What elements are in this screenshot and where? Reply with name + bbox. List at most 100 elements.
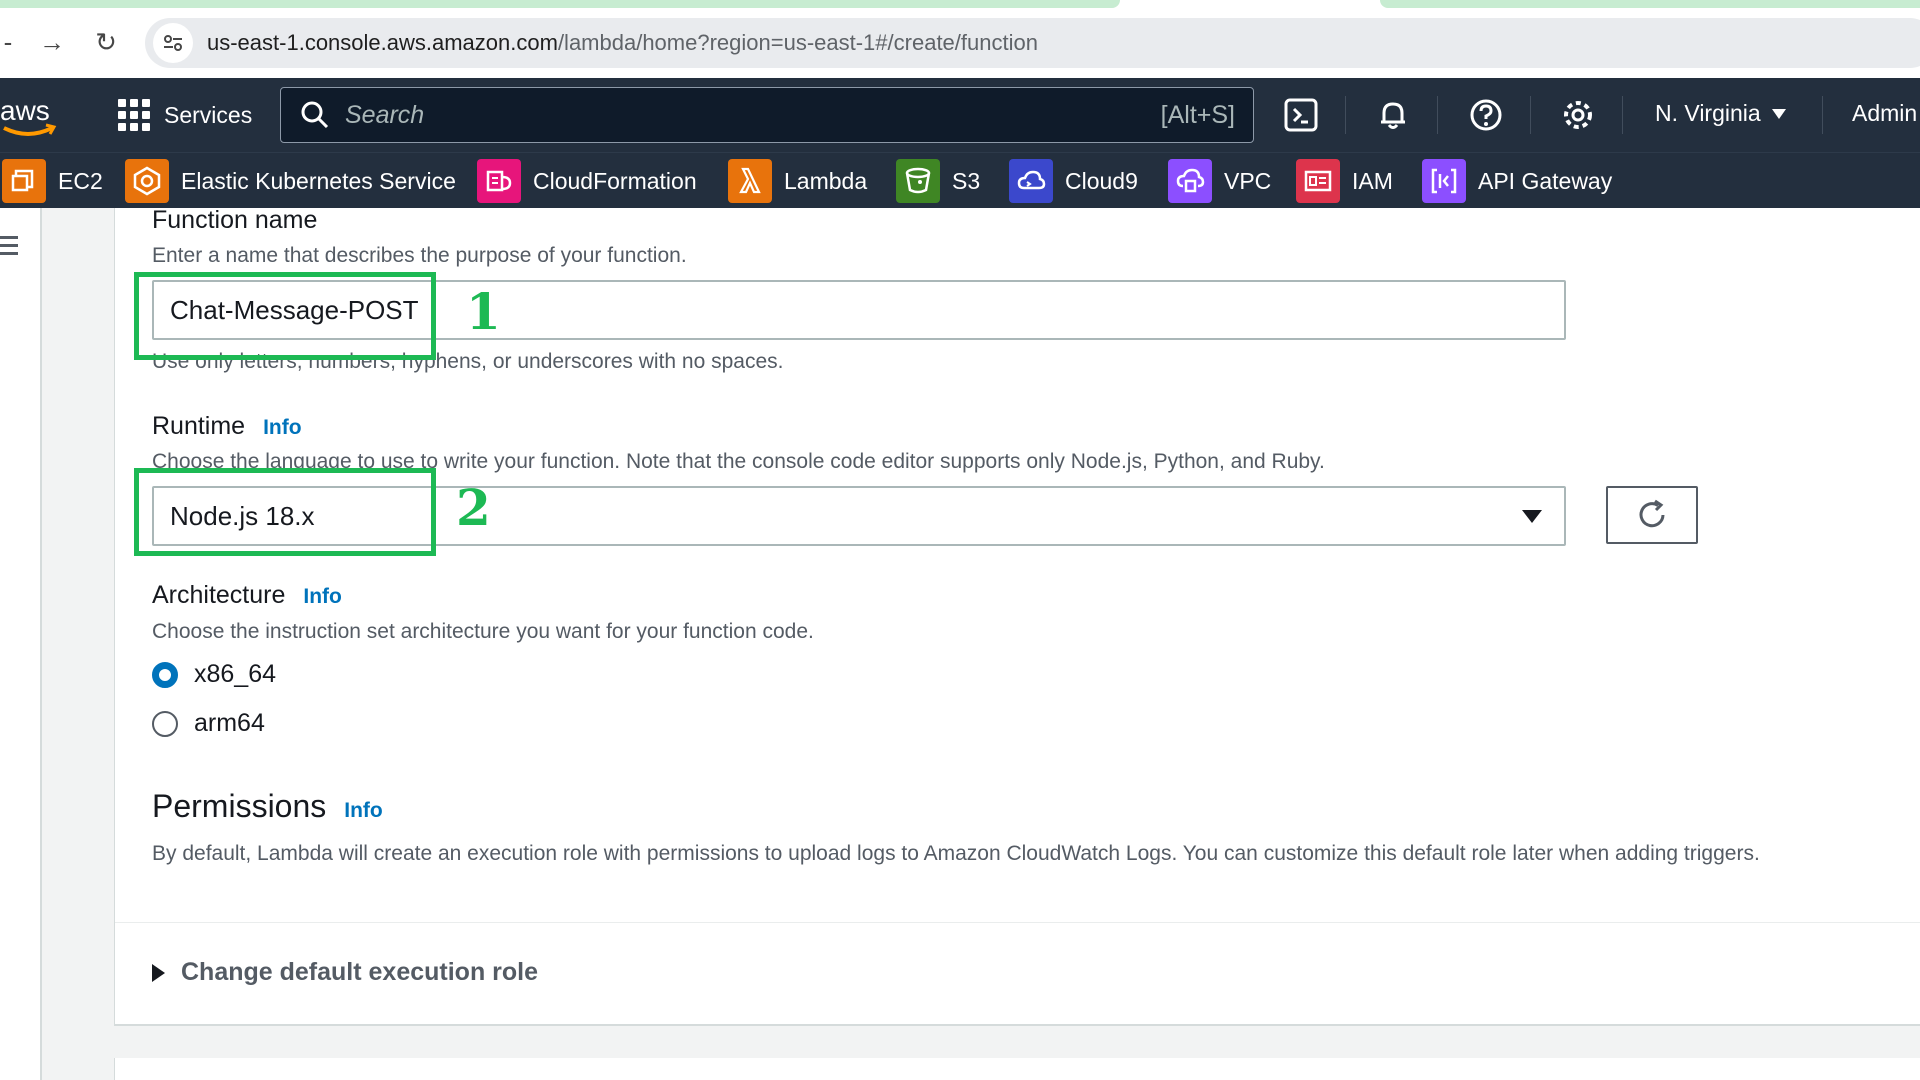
section-divider xyxy=(115,922,1920,923)
s3-icon xyxy=(896,159,940,203)
favorite-api-gateway[interactable]: API Gateway xyxy=(1422,159,1612,203)
search-shortcut-hint: [Alt+S] xyxy=(1160,100,1235,129)
site-settings-icon xyxy=(164,35,182,51)
caret-down-icon xyxy=(1522,509,1542,523)
region-label: N. Virginia xyxy=(1655,100,1761,126)
favorite-lambda[interactable]: Lambda xyxy=(728,159,867,203)
change-execution-role-expander[interactable]: Change default execution role xyxy=(152,958,538,987)
favorite-label: IAM xyxy=(1352,167,1393,194)
favorite-label: Cloud9 xyxy=(1065,167,1138,194)
favorite-label: S3 xyxy=(952,167,981,194)
gear-icon xyxy=(1564,101,1592,129)
site-info-button[interactable] xyxy=(153,23,193,63)
forward-arrow-icon: → xyxy=(39,26,65,57)
back-arrow-icon: - xyxy=(3,26,13,57)
favorite-s3[interactable]: S3 xyxy=(896,159,980,203)
nav-divider xyxy=(1530,96,1531,134)
function-name-description: Enter a name that describes the purpose … xyxy=(152,244,687,267)
runtime-label: Runtime xyxy=(152,412,246,440)
help-button[interactable] xyxy=(1467,96,1505,134)
favorite-iam[interactable]: IAM xyxy=(1296,159,1393,203)
cloudshell-button[interactable] xyxy=(1282,96,1320,134)
services-label: Services xyxy=(164,101,253,128)
highlight-box-function-name xyxy=(134,272,436,360)
runtime-heading: Runtime Info xyxy=(152,412,302,441)
architecture-description: Choose the instruction set architecture … xyxy=(152,620,814,643)
url-path: /lambda/home?region=us-east-1#/create/fu… xyxy=(557,30,1038,55)
refresh-icon xyxy=(1639,499,1665,528)
address-bar[interactable]: us-east-1.console.aws.amazon.com/lambda/… xyxy=(145,18,1920,68)
permissions-description: By default, Lambda will create an execut… xyxy=(152,842,1760,865)
reload-icon: ↻ xyxy=(95,26,117,57)
browser-tabstrip xyxy=(0,0,1920,8)
notifications-button[interactable] xyxy=(1374,96,1412,134)
back-button[interactable]: - xyxy=(0,24,26,60)
settings-button[interactable] xyxy=(1559,96,1597,134)
favorite-label: Elastic Kubernetes Service xyxy=(181,167,456,194)
grid-icon xyxy=(118,99,150,131)
favorites-bar: EC2 Elastic Kubernetes Service CloudForm… xyxy=(0,152,1920,208)
permissions-info-link[interactable]: Info xyxy=(344,799,382,823)
forward-button[interactable]: → xyxy=(34,24,70,60)
account-label: Admin xyxy=(1852,100,1918,126)
favorite-label: VPC xyxy=(1224,167,1272,194)
ec2-icon xyxy=(2,159,46,203)
favorite-label: CloudFormation xyxy=(533,167,697,194)
menu-icon[interactable] xyxy=(0,236,18,255)
favorite-vpc[interactable]: VPC xyxy=(1168,159,1271,203)
radio-button-checked[interactable] xyxy=(152,661,178,688)
permissions-heading: Permissions Info xyxy=(152,788,383,825)
function-name-label: Function name xyxy=(152,206,318,234)
region-selector[interactable]: N. Virginia xyxy=(1655,100,1787,127)
caret-down-icon xyxy=(1771,108,1786,119)
account-menu[interactable]: Admin xyxy=(1852,100,1917,127)
architecture-label: Architecture xyxy=(152,581,286,609)
nav-divider xyxy=(1437,96,1438,134)
bell-icon xyxy=(1381,102,1405,129)
expander-label: Change default execution role xyxy=(181,958,539,986)
api-gateway-icon xyxy=(1422,159,1466,203)
iam-icon xyxy=(1296,159,1340,203)
step-number-2: 2 xyxy=(456,478,491,537)
side-navigation-strip xyxy=(0,208,42,1080)
radio-option-x86-64[interactable]: x86_64 xyxy=(152,660,276,689)
aws-logo[interactable]: aws xyxy=(0,90,60,140)
step-number-1: 1 xyxy=(466,282,501,341)
vpc-icon xyxy=(1168,159,1212,203)
favorite-cloudformation[interactable]: CloudFormation xyxy=(477,159,697,203)
browser-tab-active[interactable] xyxy=(0,0,1120,8)
search-icon xyxy=(301,101,329,129)
favorite-label: API Gateway xyxy=(1478,167,1613,194)
nav-divider xyxy=(1345,96,1346,134)
favorite-cloud9[interactable]: Cloud9 xyxy=(1009,159,1138,203)
radio-label: x86_64 xyxy=(194,660,277,688)
browser-toolbar: - → ↻ us-east-1.console.aws.amazon.com/l… xyxy=(0,8,1920,78)
favorite-label: Lambda xyxy=(784,167,868,194)
architecture-heading: Architecture Info xyxy=(152,581,342,610)
services-menu-button[interactable]: Services xyxy=(118,94,252,136)
search-input[interactable]: Search [Alt+S] xyxy=(280,87,1254,143)
radio-button[interactable] xyxy=(152,710,178,737)
cloudshell-icon xyxy=(1284,98,1318,132)
refresh-runtimes-button[interactable] xyxy=(1606,486,1698,544)
nav-divider xyxy=(1822,96,1823,134)
eks-icon xyxy=(125,159,169,203)
reload-button[interactable]: ↻ xyxy=(88,24,124,60)
search-placeholder: Search xyxy=(345,100,425,129)
highlight-box-runtime xyxy=(134,468,436,556)
favorite-eks[interactable]: Elastic Kubernetes Service xyxy=(125,159,456,203)
url-host: us-east-1.console.aws.amazon.com xyxy=(207,30,558,55)
browser-tab[interactable] xyxy=(1380,0,1920,8)
aws-logo-text: aws xyxy=(0,95,50,126)
runtime-info-link[interactable]: Info xyxy=(263,416,301,439)
radio-label: arm64 xyxy=(194,709,265,737)
architecture-info-link[interactable]: Info xyxy=(303,585,341,608)
cloud9-icon xyxy=(1009,159,1053,203)
help-icon xyxy=(1470,99,1502,131)
aws-logo-icon: aws xyxy=(0,95,57,136)
next-panel xyxy=(114,1058,1920,1080)
radio-option-arm64[interactable]: arm64 xyxy=(152,709,265,738)
caret-right-icon xyxy=(152,963,165,982)
favorite-ec2[interactable]: EC2 xyxy=(2,159,103,203)
permissions-title: Permissions xyxy=(152,788,327,824)
